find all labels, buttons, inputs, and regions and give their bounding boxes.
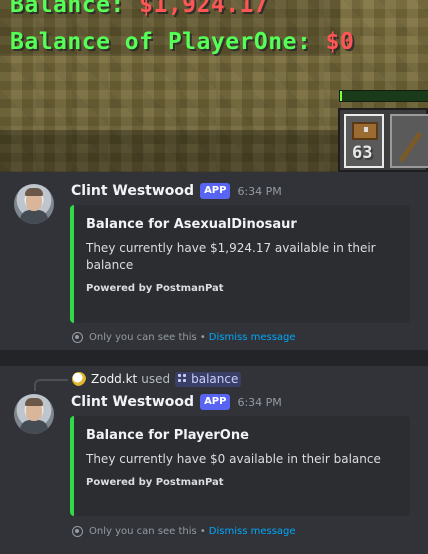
embed-title: Balance for AsexualDinosaur: [86, 217, 297, 232]
mc-balance-label: Balance:: [10, 0, 140, 18]
bot-message: Clint Westwood APP 6:34 PM Balance for A…: [0, 172, 428, 350]
avatar-body: [20, 420, 48, 434]
ephemeral-text: Only you can see this •: [89, 332, 206, 343]
avatar[interactable]: [14, 184, 54, 224]
embed-footer: Powered by PostmanPat: [86, 283, 224, 294]
embed-description: They currently have $0 available in thei…: [86, 452, 381, 466]
hotbar-slot-stick[interactable]: [390, 114, 428, 168]
slash-command-pill[interactable]: balance: [175, 371, 242, 387]
ephemeral-notice: Only you can see this • Dismiss message: [72, 332, 296, 343]
embed-footer: Powered by PostmanPat: [86, 477, 224, 488]
mc-chat-line-balance: Balance: $1,924.17: [10, 0, 268, 18]
dismiss-message-link[interactable]: Dismiss message: [209, 526, 296, 537]
app-badge: APP: [200, 394, 231, 410]
message-divider: [0, 350, 428, 366]
timestamp: 6:34 PM: [237, 184, 282, 198]
xp-bar-fill: [340, 91, 342, 101]
minecraft-screenshot: Balance: $1,924.17 Balance of PlayerOne:…: [0, 0, 428, 172]
avatar-hair: [25, 398, 43, 406]
eye-icon: [72, 332, 83, 343]
avatar-hair: [25, 188, 43, 196]
reply-avatar: [72, 372, 86, 386]
embed: Balance for AsexualDinosaur They current…: [70, 205, 410, 323]
author-name[interactable]: Clint Westwood: [71, 183, 194, 199]
eye-icon: [72, 526, 83, 537]
bot-message: Zodd.kt used balance Clint Westwood APP …: [0, 366, 428, 554]
slash-command-icon: [178, 374, 187, 383]
slash-command-name: balance: [191, 371, 239, 386]
mc-player-balance-amount: $0: [325, 29, 355, 55]
command-reply-header[interactable]: Zodd.kt used balance: [72, 371, 242, 387]
embed-title: Balance for PlayerOne: [86, 428, 249, 443]
slot-item-count: 63: [352, 143, 373, 163]
mc-chat-line-player-balance: Balance of PlayerOne: $0: [10, 29, 354, 55]
embed-description: They currently have $1,924.17 available …: [86, 241, 376, 272]
avatar[interactable]: [14, 394, 54, 434]
timestamp: 6:34 PM: [237, 395, 282, 409]
hotbar[interactable]: 63: [338, 108, 428, 172]
reply-used-text: used: [141, 372, 171, 386]
stick-icon: [398, 131, 423, 163]
ephemeral-notice: Only you can see this • Dismiss message: [72, 526, 296, 537]
app-badge: APP: [200, 183, 231, 199]
author-name[interactable]: Clint Westwood: [71, 394, 194, 410]
mc-balance-amount: $1,924.17: [139, 0, 269, 18]
ephemeral-text: Only you can see this •: [89, 526, 206, 537]
dismiss-message-link[interactable]: Dismiss message: [209, 332, 296, 343]
xp-bar: [339, 90, 428, 102]
hotbar-slot-chest[interactable]: 63: [344, 114, 384, 168]
chest-icon: [352, 122, 378, 140]
chat-background-lower: [0, 130, 340, 172]
avatar-body: [20, 210, 48, 224]
mc-player-balance-label: Balance of PlayerOne:: [10, 29, 326, 55]
message-header: Clint Westwood APP 6:34 PM: [71, 392, 282, 412]
message-header: Clint Westwood APP 6:34 PM: [71, 181, 282, 201]
reply-connector: [34, 379, 68, 391]
embed: Balance for PlayerOne They currently hav…: [70, 416, 410, 516]
reply-username[interactable]: Zodd.kt: [91, 372, 137, 386]
